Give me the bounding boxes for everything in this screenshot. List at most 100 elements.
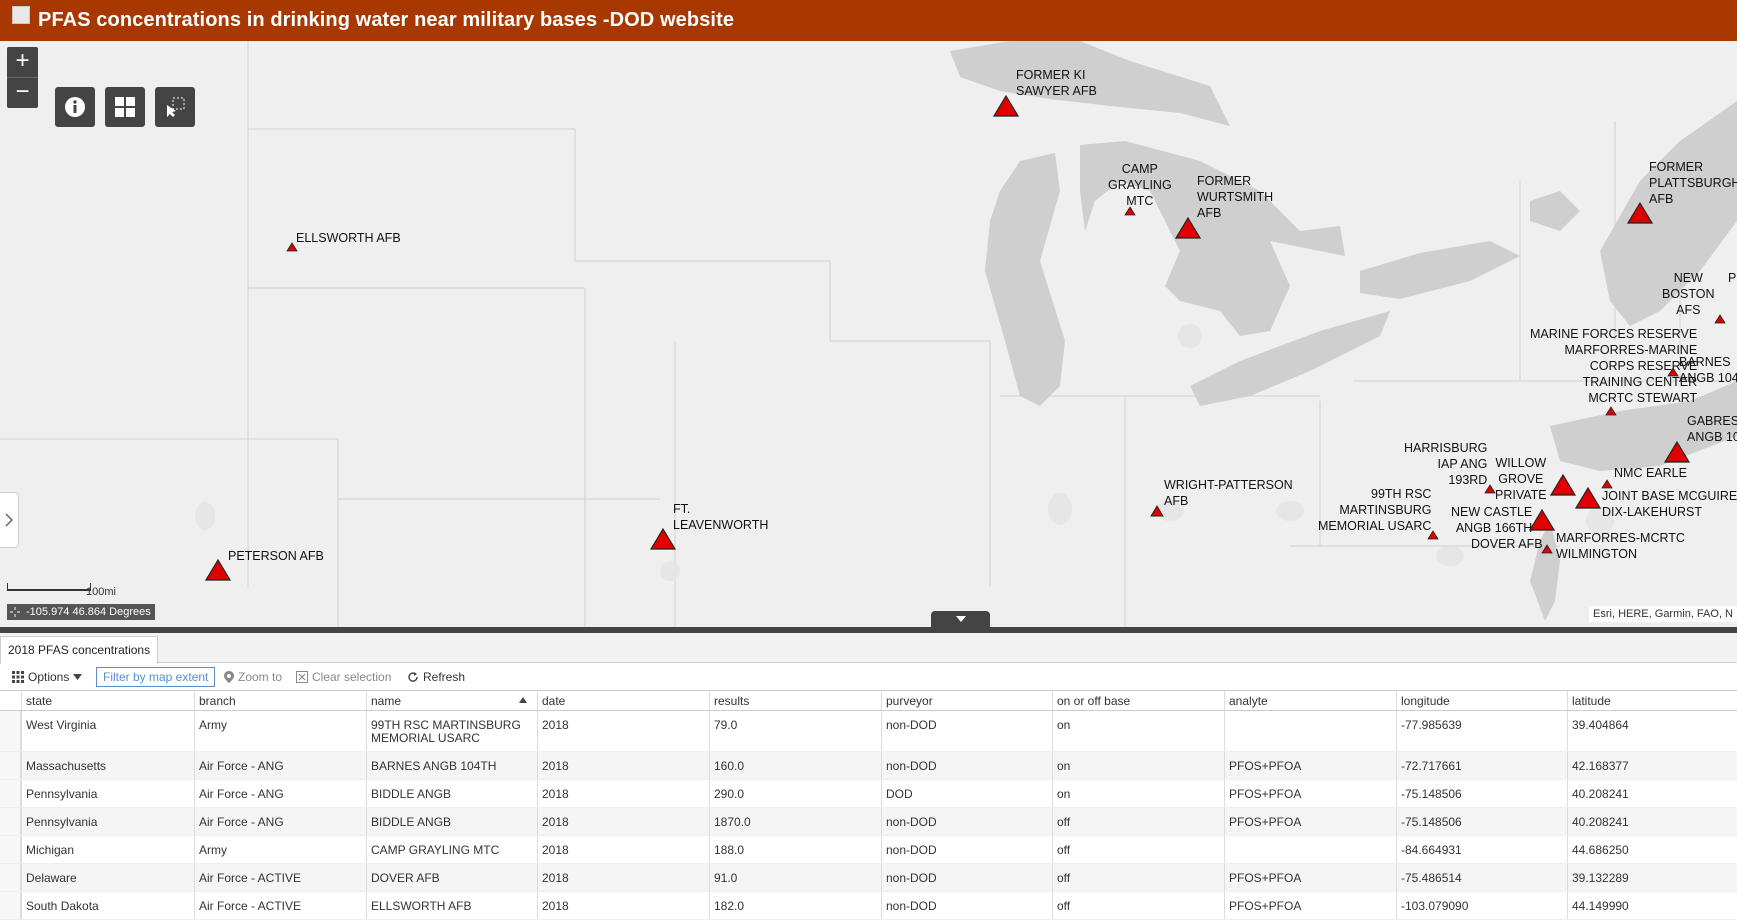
info-button[interactable] [55, 87, 95, 127]
table-cell-purveyor: non-DOD [881, 864, 1052, 891]
grid-menu-icon [12, 670, 24, 683]
column-header-results[interactable]: results [709, 691, 881, 710]
table-cell-state: West Virginia [21, 711, 194, 751]
select-button[interactable] [155, 87, 195, 127]
table-cell-purveyor: non-DOD [881, 752, 1052, 779]
table-cell-branch: Air Force - ANG [194, 752, 366, 779]
table-cell-branch: Air Force - ANG [194, 780, 366, 807]
site-marker[interactable] [1150, 505, 1164, 517]
site-label-wurtsmith: FORMER WURTSMITH AFB [1197, 174, 1274, 220]
column-header-longitude[interactable]: longitude [1396, 691, 1567, 710]
column-header-name[interactable]: name [366, 691, 537, 710]
side-panel-toggle[interactable] [0, 492, 19, 548]
sort-ascending-icon [519, 697, 527, 703]
site-marker[interactable] [1529, 509, 1555, 531]
table-cell-purveyor: non-DOD [881, 808, 1052, 835]
table-cell-analyte [1224, 836, 1396, 863]
column-header-date[interactable]: date [537, 691, 709, 710]
table-cell-purveyor: non-DOD [881, 836, 1052, 863]
chevron-down-icon [73, 673, 83, 680]
table-cell-name: DOVER AFB [366, 864, 537, 891]
table-cell-state: Michigan [21, 836, 194, 863]
table-row[interactable]: West Virginia Army 99TH RSC MARTINSBURG ME… [0, 711, 1737, 752]
info-icon [65, 97, 85, 117]
column-header-purveyor[interactable]: purveyor [881, 691, 1052, 710]
table-cell-latitude: 39.404864 [1567, 711, 1737, 751]
row-select-handle[interactable] [0, 808, 21, 835]
zoom-control: + − [7, 47, 38, 108]
site-label-wright-patterson: WRIGHT-PATTERSON AFB [1164, 478, 1293, 508]
table-cell-purveyor: DOD [881, 780, 1052, 807]
table-cell-analyte: PFOS+PFOA [1224, 808, 1396, 835]
table-cell-analyte: PFOS+PFOA [1224, 864, 1396, 891]
row-select-handle[interactable] [0, 711, 21, 751]
table-cell-name: BIDDLE ANGB [366, 808, 537, 835]
table-row[interactable]: South Dakota Air Force - ACTIVE ELLSWORTH … [0, 892, 1737, 920]
zoom-in-button[interactable]: + [7, 47, 38, 77]
row-select-handle[interactable] [0, 864, 21, 891]
column-header-name-label: name [371, 694, 402, 708]
basemap-gallery-button[interactable] [105, 87, 145, 127]
table-cell-analyte [1224, 711, 1396, 751]
refresh-label: Refresh [423, 669, 466, 684]
zoom-to-button[interactable]: Zoom to [224, 667, 282, 687]
row-select-header[interactable] [0, 691, 21, 710]
site-label-marforres-wilmington: MARFORRES-MCRTC WILMINGTON [1556, 531, 1685, 561]
zoom-out-button[interactable]: − [7, 78, 38, 108]
table-cell-date: 2018 [537, 808, 709, 835]
site-label-nmc-earle: NMC EARLE [1614, 466, 1687, 480]
row-select-handle[interactable] [0, 752, 21, 779]
table-row[interactable]: Massachusetts Air Force - ANG BARNES ANGB … [0, 752, 1737, 780]
site-marker[interactable] [1541, 544, 1553, 554]
table-row[interactable]: Pennsylvania Air Force - ANG BIDDLE ANGB 20… [0, 780, 1737, 808]
table-cell-date: 2018 [537, 836, 709, 863]
refresh-button[interactable]: Refresh [407, 667, 465, 687]
site-marker[interactable] [1550, 474, 1576, 496]
site-marker[interactable] [1575, 487, 1601, 509]
map-view[interactable]: + − FORMER KI SAWYER AFB CAMP GRAYLING M… [0, 41, 1737, 627]
table-collapse-button[interactable] [931, 611, 990, 627]
table-cell-branch: Army [194, 836, 366, 863]
table-cell-purveyor: non-DOD [881, 711, 1052, 751]
clear-icon [296, 670, 308, 683]
site-label-new-castle: NEW CASTLE ANGB 166TH [1451, 505, 1533, 535]
column-header-latitude[interactable]: latitude [1567, 691, 1737, 710]
site-label-harrisburg: HARRISBURG IAP ANG 193RD [1404, 441, 1488, 487]
site-label-willow-grove: WILLOW GROVE PRIVATE [1495, 456, 1547, 502]
table-cell-longitude: -72.717661 [1396, 752, 1567, 779]
table-cell-latitude: 39.132289 [1567, 864, 1737, 891]
tab-pfas-2018[interactable]: 2018 PFAS concentrations [0, 636, 159, 664]
table-cell-longitude: -84.664931 [1396, 836, 1567, 863]
row-select-handle[interactable] [0, 780, 21, 807]
column-header-branch[interactable]: branch [194, 691, 366, 710]
table-cell-name: BARNES ANGB 104TH [366, 752, 537, 779]
table-cell-on-or-off-base: on [1052, 711, 1224, 751]
filter-by-extent-button[interactable]: Filter by map extent [96, 666, 216, 687]
site-label-barnes: BARNES ANGB 104 [1679, 355, 1737, 385]
row-select-handle[interactable] [0, 836, 21, 863]
column-header-analyte[interactable]: analyte [1224, 691, 1396, 710]
site-label-peterson: PETERSON AFB [228, 549, 324, 563]
site-label-partial: P [1728, 271, 1737, 285]
map-pin-icon [224, 670, 234, 683]
table-cell-longitude: -75.486514 [1396, 864, 1567, 891]
options-menu[interactable]: Options [12, 667, 83, 687]
table-cell-on-or-off-base: on [1052, 752, 1224, 779]
site-marker[interactable] [1714, 314, 1726, 324]
table-row[interactable]: Michigan Army CAMP GRAYLING MTC 2018 188.0 no… [0, 836, 1737, 864]
site-label-99th-rsc: 99TH RSC MARTINSBURG MEMORIAL USARC [1318, 487, 1432, 533]
table-cell-latitude: 40.208241 [1567, 780, 1737, 807]
column-header-on-off-base[interactable]: on or off base [1052, 691, 1224, 710]
coordinate-readout[interactable]: -105.974 46.864 Degrees [7, 604, 155, 620]
caret-down-icon [955, 616, 966, 622]
column-header-state[interactable]: state [21, 691, 194, 710]
table-cell-state: Massachusetts [21, 752, 194, 779]
table-cell-results: 188.0 [709, 836, 881, 863]
table-cell-state: Pennsylvania [21, 808, 194, 835]
table-row[interactable]: Delaware Air Force - ACTIVE DOVER AFB 2018 9… [0, 864, 1737, 892]
clear-selection-button[interactable]: Clear selection [296, 667, 391, 687]
site-marker[interactable] [1667, 367, 1679, 377]
table-row[interactable]: Pennsylvania Air Force - ANG BIDDLE ANGB 20… [0, 808, 1737, 836]
site-marker[interactable] [1605, 406, 1617, 416]
table-cell-analyte: PFOS+PFOA [1224, 752, 1396, 779]
